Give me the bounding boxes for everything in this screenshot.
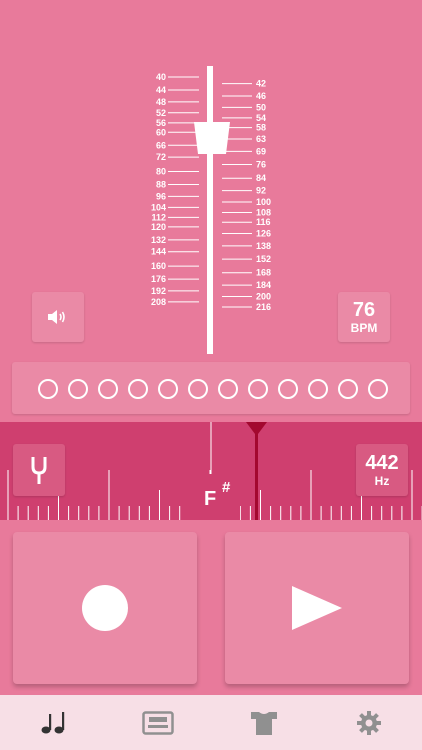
tuner-needle [246,422,267,520]
tempo-tick-label: 69 [256,146,266,156]
note-display: F # [186,474,240,520]
tab-bar [0,695,422,750]
tempo-tick-label: 42 [256,79,266,89]
tempo-tick-label: 144 [151,247,166,257]
tempo-tick-label: 54 [256,113,266,123]
play-icon [292,586,342,630]
speaker-icon [48,310,65,324]
beat-dot[interactable] [308,379,328,399]
beat-indicator-strip[interactable] [12,362,410,414]
tempo-tick-label: 138 [256,241,271,251]
beat-dot[interactable] [218,379,238,399]
record-icon [82,585,128,631]
tab-themes[interactable] [211,695,316,750]
tempo-tick-label: 126 [256,228,271,238]
tempo-tick-label: 100 [256,197,271,207]
tempo-tick-label: 60 [156,127,166,137]
sound-toggle-button[interactable] [32,292,84,342]
tempo-tick-label: 168 [256,268,271,278]
tempo-tick-label: 208 [151,297,166,307]
note-accidental: # [222,479,231,496]
cassette-icon [141,710,174,735]
tempo-tick-label: 50 [256,102,266,112]
tempo-tick-label: 52 [156,108,166,118]
tempo-tick-label: 76 [256,160,266,170]
frequency-value: 442 [365,452,399,474]
tempo-tick-label: 72 [156,152,166,162]
tempo-tick-label: 192 [151,286,166,296]
beat-dot[interactable] [128,379,148,399]
tempo-tick-label: 80 [156,167,166,177]
tempo-tick-label: 160 [151,261,166,271]
tempo-tick-label: 63 [256,134,266,144]
pendulum-rod [207,66,213,354]
beat-dot[interactable] [98,379,118,399]
tempo-tick-label: 152 [256,254,271,264]
tempo-tick-label: 40 [156,72,166,82]
tempo-tick-label: 200 [256,292,271,302]
beat-dot[interactable] [368,379,388,399]
note-name: F [204,488,217,510]
shirt-icon [250,711,277,735]
tempo-tick-label: 46 [256,91,266,101]
beat-dot[interactable] [278,379,298,399]
tempo-tick-label: 132 [151,235,166,245]
tuning-fork-icon [31,457,47,484]
bpm-unit: BPM [350,321,378,335]
bpm-value: 76 [352,299,376,321]
tab-recordings[interactable] [105,695,210,750]
tempo-tick-label: 96 [156,191,166,201]
tempo-tick-label: 66 [156,140,166,150]
pendulum-weight[interactable] [194,122,230,154]
tempo-tick-label: 108 [256,207,271,217]
tempo-tick-label: 120 [151,222,166,232]
tempo-tick-label: 44 [156,85,166,95]
pitch-frequency-display[interactable]: 442 Hz [356,444,408,496]
tempo-tick-label: 84 [256,173,266,183]
music-note-icon [41,711,64,733]
record-button[interactable] [13,532,197,684]
tempo-tick-label: 92 [256,186,266,196]
beat-dot[interactable] [38,379,58,399]
frequency-unit: Hz [374,474,390,488]
tempo-tick-label: 48 [156,97,166,107]
beat-dot[interactable] [248,379,268,399]
tuning-fork-button[interactable] [13,444,65,496]
tab-settings[interactable] [316,695,421,750]
tab-metronome[interactable] [0,695,105,750]
beat-dot[interactable] [188,379,208,399]
beat-dot[interactable] [68,379,88,399]
tempo-tick-label: 58 [256,123,266,133]
tempo-tick-label: 116 [256,217,271,227]
gear-icon [356,710,381,735]
bpm-display[interactable]: 76 BPM [338,292,390,342]
beat-dot[interactable] [338,379,358,399]
tempo-tick-label: 104 [151,202,166,212]
tempo-tick-label: 88 [156,180,166,190]
beat-dot[interactable] [158,379,178,399]
tempo-tick-label: 184 [256,280,271,290]
tempo-tick-label: 176 [151,274,166,284]
tempo-tick-label: 216 [256,302,271,312]
play-button[interactable] [225,532,409,684]
tuner-band[interactable]: F # 442 Hz [0,422,422,520]
